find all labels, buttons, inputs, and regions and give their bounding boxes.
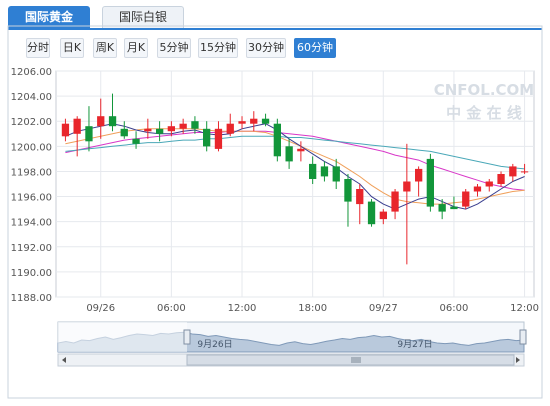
watermark-logo: CNFOL.COM xyxy=(434,81,535,99)
candle xyxy=(367,199,376,227)
candle-body xyxy=(273,123,281,157)
y-tick-label: 1188.00 xyxy=(11,293,52,304)
candle-body xyxy=(367,201,376,225)
candle-body xyxy=(238,121,246,124)
x-tick-label: 12:00 xyxy=(510,303,539,314)
candle-body xyxy=(108,116,117,127)
y-tick-label: 1194.00 xyxy=(11,218,52,229)
candle-body xyxy=(320,166,329,177)
candle-body xyxy=(73,118,81,134)
y-tick-label: 1198.00 xyxy=(11,167,52,178)
candle-body xyxy=(203,128,211,147)
y-tick-label: 1196.00 xyxy=(11,193,52,204)
candle-body xyxy=(144,128,152,132)
candle-body xyxy=(309,163,317,179)
scrollbar-thumb xyxy=(186,354,515,366)
y-tick-label: 1192.00 xyxy=(11,243,52,254)
candle-body xyxy=(415,168,423,182)
candle-body xyxy=(226,123,234,134)
candle-body xyxy=(391,191,399,212)
candle-body xyxy=(497,174,505,184)
candle-body xyxy=(450,206,458,210)
candle-body xyxy=(438,204,446,212)
y-tick-label: 1190.00 xyxy=(11,268,52,279)
candle-body xyxy=(473,186,482,192)
navigator-date-label: 9月26日 xyxy=(197,339,232,350)
x-tick-label: 18:00 xyxy=(298,303,327,314)
candle-body xyxy=(250,118,258,124)
candle-body xyxy=(156,128,164,134)
y-axis: 1206.00 1204.00 1202.00 1200.00 1198.00 1196.… xyxy=(11,67,52,304)
navigator-right-handle xyxy=(519,329,527,345)
navigator-unselected-mask xyxy=(58,322,187,352)
candle-body xyxy=(285,146,293,162)
candle-body xyxy=(214,128,223,149)
candle-body xyxy=(520,171,529,173)
candle-body xyxy=(179,123,187,129)
x-tick-label: 06:00 xyxy=(440,303,469,314)
watermark-subtitle: 中 金 在 线 xyxy=(446,104,522,122)
candle xyxy=(273,118,281,162)
candle-body xyxy=(332,166,340,182)
candle-body xyxy=(344,179,352,202)
candle-body xyxy=(462,191,470,207)
y-tick-label: 1206.00 xyxy=(11,67,52,78)
candle-body xyxy=(297,148,305,152)
candle-body xyxy=(426,158,434,207)
candle-body xyxy=(61,123,70,137)
y-tick-label: 1202.00 xyxy=(11,117,52,128)
candle-body xyxy=(509,166,517,177)
candle xyxy=(426,153,434,212)
x-tick-label: 09/26 xyxy=(86,303,115,314)
candle-body xyxy=(97,116,105,127)
candle-body xyxy=(167,126,175,132)
candlestick-chart: CNFOL.COM 中 金 在 线 1206.001204.001202.001… xyxy=(7,25,543,399)
x-tick-label: 06:00 xyxy=(157,303,186,314)
y-tick-label: 1200.00 xyxy=(11,142,52,153)
candle-body xyxy=(356,189,364,205)
candle-body xyxy=(132,138,140,144)
candle-body xyxy=(261,118,270,124)
navigator-left-handle xyxy=(183,329,191,345)
candle-body xyxy=(403,181,411,192)
navigator-date-label: 9月27日 xyxy=(397,339,432,350)
candle-body xyxy=(485,181,493,187)
candle xyxy=(462,189,470,210)
candle-body xyxy=(85,126,93,142)
candle-body xyxy=(120,128,128,137)
candle-body xyxy=(191,121,199,129)
candle-body xyxy=(379,211,387,220)
x-tick-label: 12:00 xyxy=(228,303,257,314)
y-tick-label: 1204.00 xyxy=(11,92,52,103)
x-tick-label: 09/27 xyxy=(369,303,398,314)
x-axis: 09/26 06:00 12:00 18:00 09/27 06:00 12:00 xyxy=(86,303,539,314)
